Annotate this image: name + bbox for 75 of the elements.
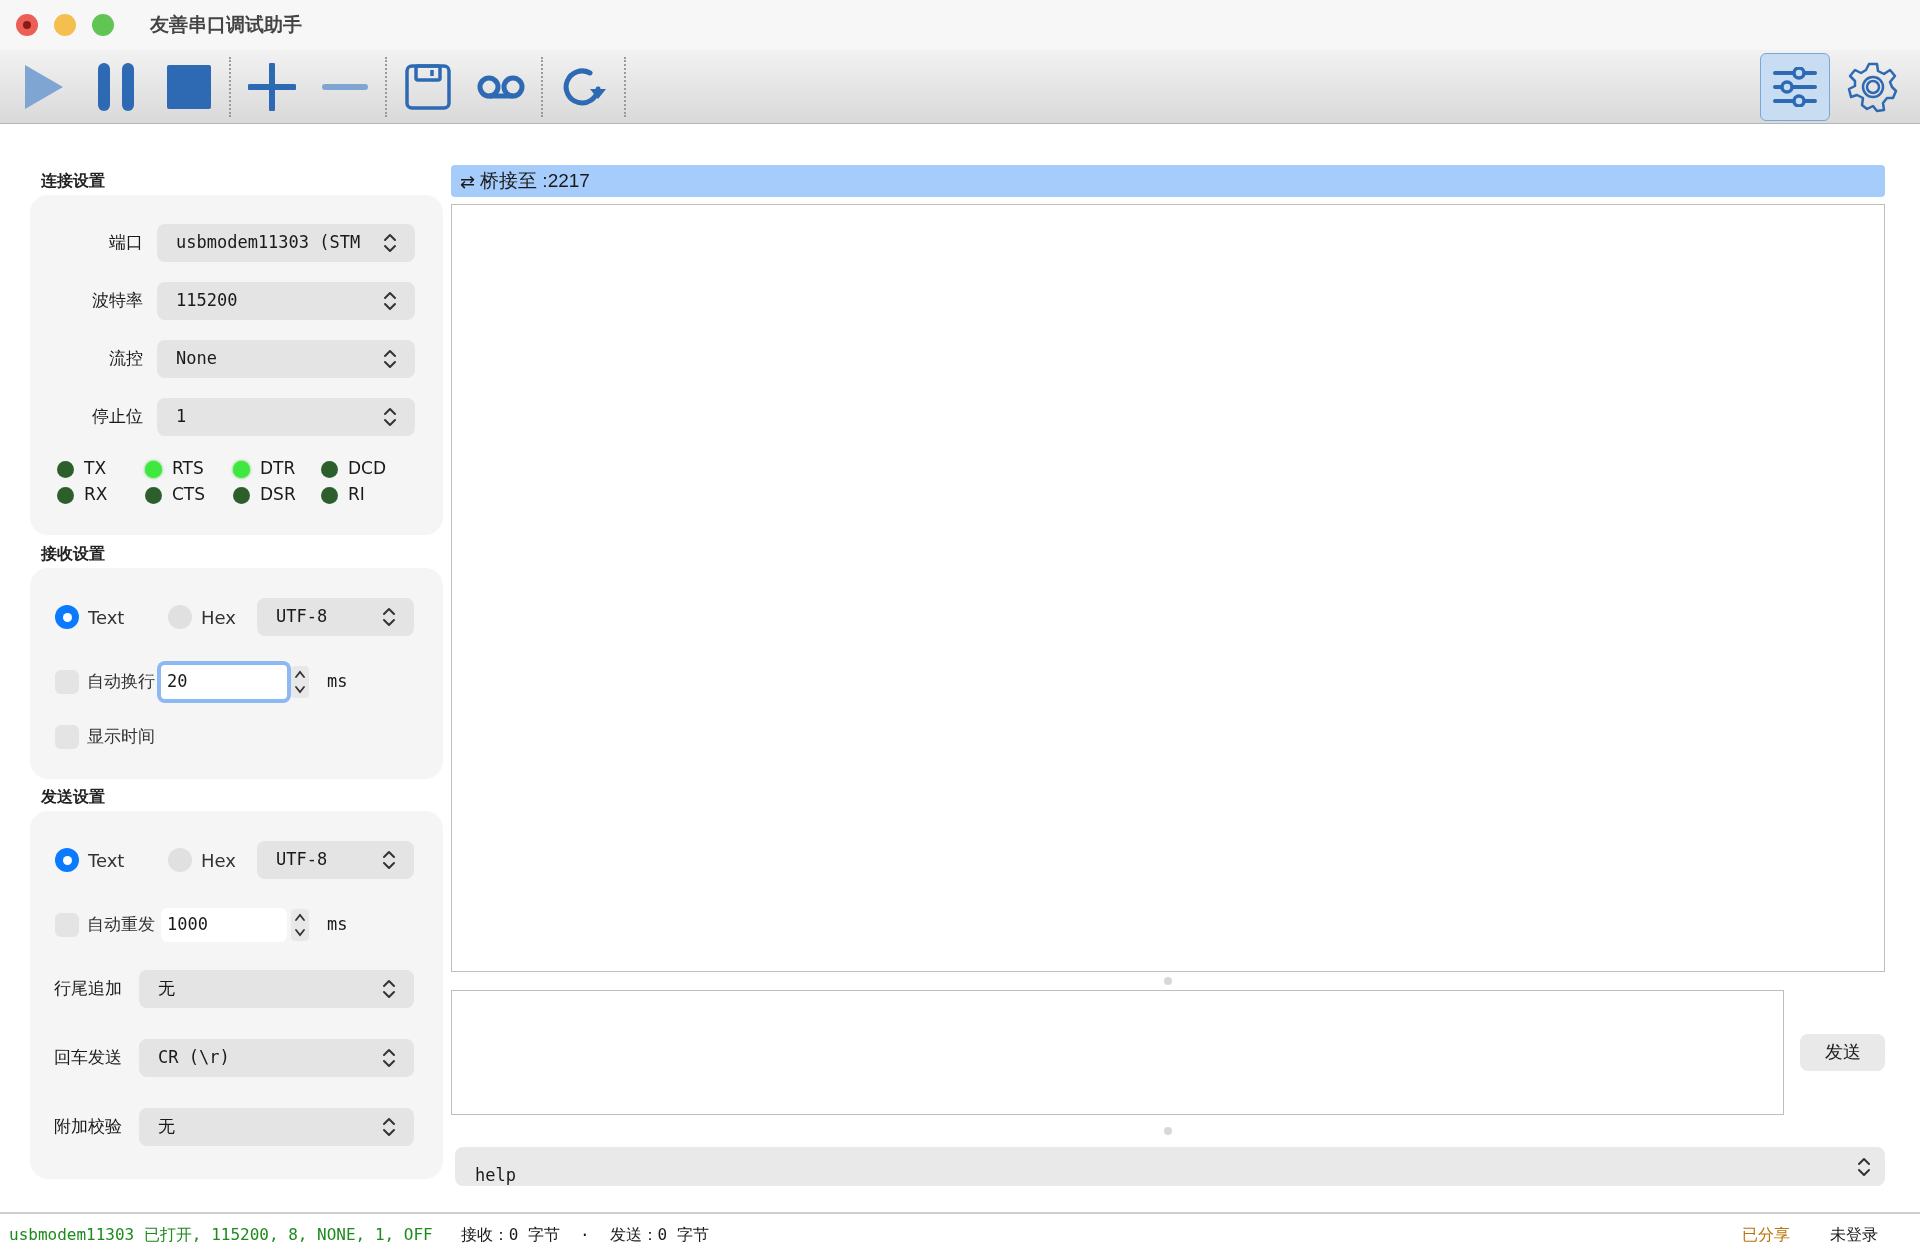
settings-icon[interactable] [1847,60,1899,113]
dropdown[interactable]: UTF-8 [257,841,414,879]
field-label: 端口 [108,232,143,255]
signal-label: RI [348,483,365,507]
bridge-label: 桥接至 :2217 [480,168,590,193]
dropdown[interactable]: None [157,340,415,378]
radio-button[interactable] [55,605,79,629]
signal-label: CTS [172,483,206,507]
command-dropdown[interactable]: help [455,1147,1885,1186]
stepper[interactable] [291,909,309,941]
chevron-icon [383,407,397,427]
chevron-icon [383,349,397,369]
signal-label: DCD [348,457,387,481]
chevron-icon [383,291,397,311]
radio-label: Text [88,848,125,873]
chevron-icon [1857,1156,1871,1177]
section-title: 发送设置 [40,787,106,807]
bridge-icon: ⇄ [460,167,476,195]
chevron-icon [382,979,396,999]
dropdown[interactable]: usbmodem11303 (STM [157,224,415,262]
stop-icon[interactable] [164,62,213,111]
sliders-button[interactable] [1760,52,1830,121]
dropdown[interactable]: 1 [157,398,415,436]
stepper[interactable] [291,666,309,698]
connection-status: usbmodem11303 已打开, 115200, 8, NONE, 1, OFF [9,1224,433,1246]
signal-label: DTR [260,457,296,481]
zoom-icon[interactable] [92,14,114,36]
dropdown[interactable]: 115200 [157,282,415,320]
checkbox-label: 自动换行 [87,671,155,694]
shared-status[interactable]: 已分享 [1742,1223,1790,1247]
dropdown[interactable]: UTF-8 [257,598,414,636]
send-input[interactable] [451,990,1784,1115]
dropdown[interactable]: CR (\r) [139,1039,414,1077]
splitter-handle[interactable] [1164,1127,1172,1135]
unit-label: ms [327,670,348,694]
input-field[interactable]: 1000 [161,908,287,942]
received-count: 接收：0 字节 [460,1224,560,1246]
section-title: 连接设置 [40,171,106,191]
chevron-icon [382,607,396,627]
stepper-arrows-icon [294,669,306,695]
radio-button[interactable] [55,848,79,872]
sent-count: 发送：0 字节 [609,1224,709,1246]
chevron-icon [382,850,396,870]
checkbox-label: 显示时间 [87,726,155,749]
voicemail-icon[interactable] [476,73,525,100]
chevron-icon [383,233,397,253]
chevron-icon [382,1048,396,1068]
field-label: 回车发送 [54,1047,123,1070]
dropdown[interactable]: 无 [139,1108,414,1146]
signal-label: RX [84,483,108,507]
field-label: 流控 [108,348,143,371]
window-title: 友善串口调试助手 [150,12,302,37]
field-label: 停止位 [91,406,143,429]
splitter-handle[interactable] [1164,977,1172,985]
send-button[interactable]: 发送 [1800,1034,1885,1071]
field-label: 波特率 [91,290,143,313]
radio-label: Text [88,605,125,630]
dropdown[interactable]: 无 [139,970,414,1008]
field-label: 行尾追加 [54,978,123,1001]
field-label: 附加校验 [54,1116,123,1139]
unit-label: ms [327,913,348,937]
sliders-icon[interactable] [1773,66,1817,107]
section-title: 接收设置 [40,544,106,564]
close-icon[interactable] [16,14,38,36]
signal-label: DSR [260,483,296,507]
radio-label: Hex [201,605,236,630]
signal-label: TX [84,457,107,481]
stepper-arrows-icon [294,912,306,938]
separator-dot: · [579,1224,590,1246]
chevron-icon [382,1117,396,1137]
signal-label: RTS [172,457,204,481]
radio-label: Hex [201,848,236,873]
checkbox-label: 自动重发 [87,914,155,937]
login-status[interactable]: 未登录 [1830,1223,1878,1247]
plus-icon[interactable] [247,62,296,111]
